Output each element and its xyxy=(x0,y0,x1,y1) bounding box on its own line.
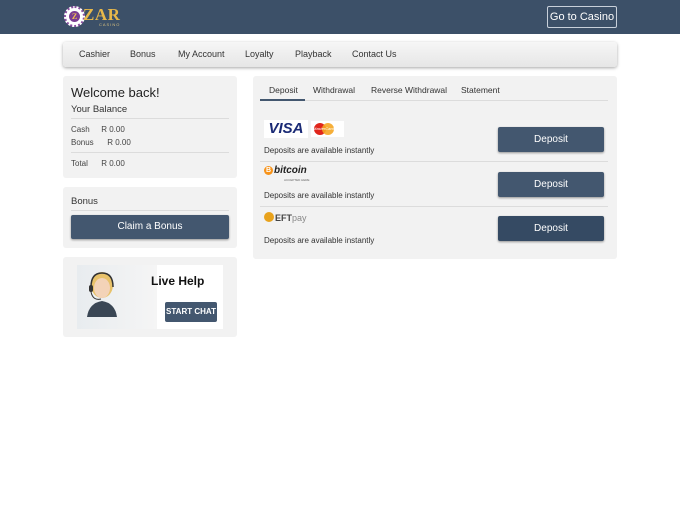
bitcoin-icon: B xyxy=(264,166,273,175)
nav-item-my-account[interactable]: My Account xyxy=(178,42,225,67)
nav-item-contact-us[interactable]: Contact Us xyxy=(352,42,397,67)
balance-heading: Your Balance xyxy=(71,104,128,115)
bonus-label: Bonus xyxy=(71,138,94,147)
active-tab-indicator xyxy=(260,99,305,101)
deposit-button-visa[interactable]: Deposit xyxy=(498,127,604,152)
bonus-row: Bonus R 0.00 xyxy=(71,138,131,147)
nav-item-cashier[interactable]: Cashier xyxy=(79,42,110,67)
tabs-underline xyxy=(260,100,608,101)
divider xyxy=(71,152,229,153)
tab-withdrawal[interactable]: Withdrawal xyxy=(313,83,355,101)
deposit-button-eftpay[interactable]: Deposit xyxy=(498,216,604,241)
mastercard-logo: MasterCard xyxy=(311,121,344,137)
cash-label: Cash xyxy=(71,125,90,134)
visa-logo: VISA xyxy=(264,120,308,138)
deposit-note: Deposits are available instantly xyxy=(264,236,375,245)
total-value: R 0.00 xyxy=(101,159,125,168)
live-help-panel: Live Help START CHAT xyxy=(63,257,237,337)
total-label: Total xyxy=(71,159,88,168)
start-chat-button[interactable]: START CHAT xyxy=(165,302,217,322)
divider xyxy=(71,118,229,119)
eftpay-logo: EFTpay xyxy=(264,212,307,223)
support-agent-icon xyxy=(87,272,117,317)
deposit-note: Deposits are available instantly xyxy=(264,146,375,155)
bonus-value: R 0.00 xyxy=(107,138,131,147)
cash-value: R 0.00 xyxy=(101,125,125,134)
eftpay-icon xyxy=(264,212,274,222)
bonus-heading: Bonus xyxy=(71,196,98,207)
welcome-heading: Welcome back! xyxy=(71,85,160,100)
bitcoin-logo: Bbitcoin xyxy=(264,165,307,176)
logo-chip-icon: Z xyxy=(64,6,85,27)
top-header: Z ZAR CASINO Go to Casino xyxy=(0,0,680,34)
cashier-panel: Deposit Withdrawal Reverse Withdrawal St… xyxy=(253,76,617,259)
divider xyxy=(71,210,229,211)
nav-item-playback[interactable]: Playback xyxy=(295,42,332,67)
row-divider xyxy=(260,161,608,162)
live-help-title: Live Help xyxy=(151,274,205,288)
cash-row: Cash R 0.00 xyxy=(71,125,125,134)
nav-item-bonus[interactable]: Bonus xyxy=(130,42,156,67)
logo-subtext: CASINO xyxy=(99,22,121,27)
claim-bonus-button[interactable]: Claim a Bonus xyxy=(71,215,229,239)
main-nav: Cashier Bonus My Account Loyalty Playbac… xyxy=(63,42,617,67)
nav-item-loyalty[interactable]: Loyalty xyxy=(245,42,274,67)
deposit-button-bitcoin[interactable]: Deposit xyxy=(498,172,604,197)
deposit-note: Deposits are available instantly xyxy=(264,191,375,200)
live-help-photo xyxy=(77,265,157,329)
logo-text: ZAR xyxy=(83,5,121,24)
bonus-panel: Bonus Claim a Bonus xyxy=(63,187,237,248)
tab-statement[interactable]: Statement xyxy=(461,83,500,101)
bitcoin-subtext: ACCEPTED HERE xyxy=(284,178,310,182)
total-row: Total R 0.00 xyxy=(71,159,125,168)
balance-panel: Welcome back! Your Balance Cash R 0.00 B… xyxy=(63,76,237,178)
row-divider xyxy=(260,206,608,207)
go-to-casino-button[interactable]: Go to Casino xyxy=(547,6,617,28)
tab-reverse-withdrawal[interactable]: Reverse Withdrawal xyxy=(371,83,447,101)
zar-casino-logo[interactable]: Z ZAR CASINO xyxy=(64,5,120,28)
live-help-banner[interactable]: Live Help START CHAT xyxy=(77,265,223,329)
